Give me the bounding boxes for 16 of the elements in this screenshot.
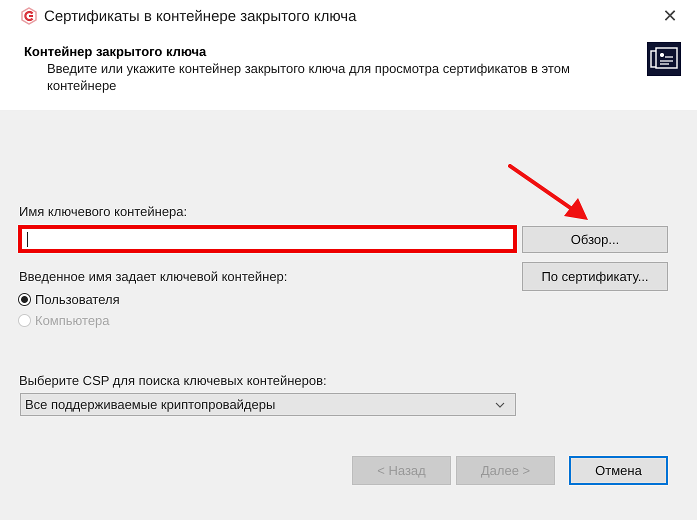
container-name-field[interactable] (18, 225, 517, 253)
csp-label: Выберите CSP для поиска ключевых контейнеров: (18, 373, 328, 388)
certificate-icon (647, 42, 681, 76)
chevron-down-icon (495, 402, 505, 408)
close-button[interactable]: ✕ (647, 0, 693, 32)
header-title: Контейнер закрытого ключа (24, 44, 208, 59)
scope-label: Введенное имя задает ключевой контейнер: (18, 269, 288, 284)
wizard-button[interactable]: Отмена (569, 456, 668, 485)
window-title: Сертификаты в контейнере закрытого ключа (44, 8, 358, 24)
app-logo-icon (20, 7, 38, 25)
by-certificate-button[interactable]: По сертификату... (522, 262, 668, 291)
container-name-label: Имя ключевого контейнера: (18, 204, 188, 219)
header-description: Введите или укажите контейнер закрытого ключа для просмотра сертификатов в этом контейнере (46, 60, 571, 94)
browse-button[interactable]: Обзор... (522, 226, 668, 252)
csp-dropdown[interactable]: Все поддерживаемые криптопровайдеры (20, 393, 516, 416)
radio-option[interactable]: Пользователя (18, 289, 668, 310)
